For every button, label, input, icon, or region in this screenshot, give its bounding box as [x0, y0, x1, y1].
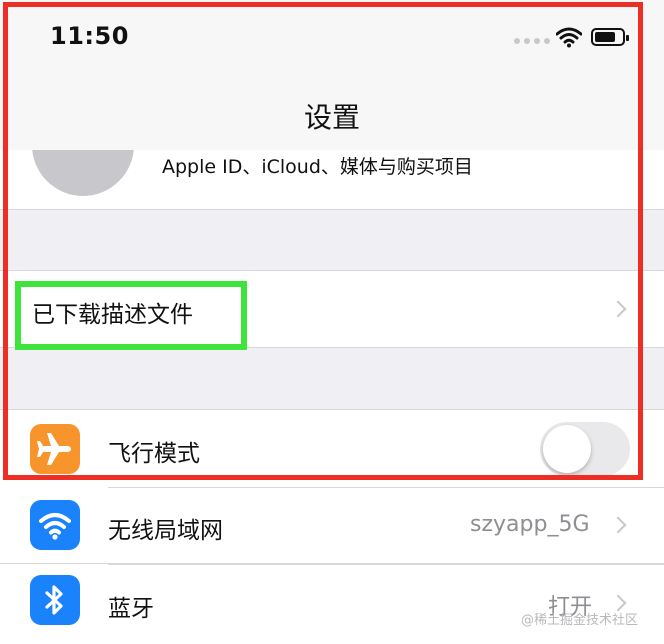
row-divider	[108, 564, 664, 565]
airplane-mode-row: 飞行模式	[0, 409, 664, 487]
airplane-mode-toggle[interactable]	[540, 422, 630, 476]
chevron-right-icon	[609, 300, 627, 318]
wifi-label: 无线局域网	[108, 518, 223, 544]
downloaded-profiles-row[interactable]: 已下载描述文件	[0, 270, 664, 348]
battery-icon	[591, 28, 629, 46]
status-time: 11:50	[50, 22, 129, 50]
page-title: 设置	[303, 101, 360, 134]
cellular-signal-icon	[514, 38, 550, 44]
wifi-status-icon	[556, 27, 582, 48]
airplane-mode-label: 飞行模式	[108, 441, 200, 467]
bluetooth-row[interactable]: 蓝牙 打开	[0, 564, 664, 644]
bluetooth-icon	[30, 575, 80, 625]
wifi-network-value: szyapp_5G	[470, 512, 590, 537]
toggle-knob	[543, 425, 591, 473]
avatar	[32, 150, 134, 196]
airplane-icon	[30, 424, 80, 474]
row-divider	[108, 487, 664, 488]
downloaded-profiles-label: 已下载描述文件	[32, 302, 193, 328]
bluetooth-label: 蓝牙	[108, 596, 154, 622]
chevron-right-icon	[609, 516, 627, 534]
profile-subtitle: Apple ID、iCloud、媒体与购买项目	[162, 156, 473, 178]
apple-id-profile-row[interactable]: Apple ID、iCloud、媒体与购买项目	[0, 150, 664, 210]
navigation-bar: 设置	[0, 80, 664, 150]
watermark: @稀土掘金技术社区	[521, 613, 639, 628]
status-bar: 11:50	[0, 0, 664, 80]
wifi-icon	[30, 500, 80, 550]
wifi-row[interactable]: 无线局域网 szyapp_5G	[0, 487, 664, 564]
